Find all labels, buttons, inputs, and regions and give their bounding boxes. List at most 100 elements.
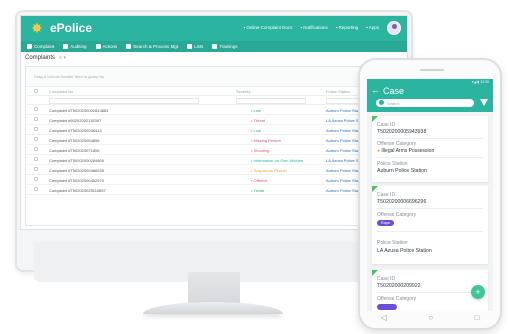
page-title-row: Complaints ≡ ▾ xyxy=(25,55,66,61)
filter-number-input[interactable] xyxy=(49,97,199,104)
header-link-reporting[interactable]: Reporting xyxy=(336,25,359,30)
case-card[interactable]: Case ID T5020200005943938 Offense Catego… xyxy=(372,116,488,182)
row-checkbox[interactable] xyxy=(34,177,38,181)
view-toggle[interactable]: ≡ ▾ xyxy=(59,55,66,61)
nav-item-auditing[interactable]: Auditing xyxy=(63,44,87,49)
row-severity: • Offence xyxy=(251,178,268,183)
recents-nav-icon[interactable]: □ xyxy=(474,313,479,322)
header-link-docs[interactable]: Online Complaint Docs xyxy=(243,25,292,30)
phone-speaker xyxy=(420,69,444,71)
actions-icon xyxy=(95,44,101,49)
row-checkbox[interactable] xyxy=(34,137,38,141)
case-id-label: Case ID xyxy=(377,192,396,198)
row-number: Complaint #T50202000452970 xyxy=(49,178,104,183)
home-nav-icon[interactable]: ○ xyxy=(428,313,433,322)
case-id-label: Case ID xyxy=(377,276,396,282)
category-chip: Rape xyxy=(377,220,395,226)
phone-search[interactable]: Search xyxy=(376,99,474,107)
filter-row xyxy=(26,96,404,105)
row-number: Complaint #T50202000284800 xyxy=(49,158,104,163)
row-checkbox[interactable] xyxy=(34,107,38,111)
search-icon xyxy=(379,100,384,105)
table-row[interactable]: Complaint #T50202000284800 • Information … xyxy=(26,155,404,165)
table-row[interactable]: Complaint #T50202000452970 • Offence Aubur… xyxy=(26,175,404,185)
row-severity: • Low xyxy=(251,128,261,133)
header-link-apps[interactable]: Apps xyxy=(366,25,379,30)
lists-icon xyxy=(187,44,193,49)
nav-item-search[interactable]: Search & Process Mgt xyxy=(126,44,178,49)
station-value: Auburn Police Station xyxy=(377,168,427,174)
row-severity: • Threat xyxy=(251,118,265,123)
filter-icon[interactable] xyxy=(480,99,488,106)
row-number: Complaint #T502020054896 xyxy=(49,138,100,143)
back-nav-icon[interactable]: ◁ xyxy=(381,313,387,322)
group-hint: Drag a column header here to group by xyxy=(34,74,104,79)
column-header-number[interactable]: Complaint No. xyxy=(49,89,74,94)
main-nav: Complaint Auditing Actions Search & Proc… xyxy=(21,41,407,52)
table-row[interactable]: Complaint #T502020054896 • Missing Person… xyxy=(26,135,404,145)
app-header: ✸ ePolice Online Complaint Docs Notifica… xyxy=(21,16,407,41)
grid-rows: Complaint #T5020200002843883 • Low Auburn … xyxy=(26,105,404,195)
row-severity: • Information on Own Welfare xyxy=(251,158,304,163)
nav-item-lists[interactable]: Lists xyxy=(187,44,203,49)
phone-search-input[interactable]: Search xyxy=(387,101,400,106)
back-arrow-icon[interactable]: ← xyxy=(371,86,380,95)
station-label: Police Station xyxy=(377,240,408,246)
card-divider xyxy=(377,292,483,293)
table-row[interactable]: Complaint #T502020071806 • Shooting Auburn… xyxy=(26,145,404,155)
row-severity: • Trivial xyxy=(251,188,264,193)
card-divider xyxy=(377,138,483,139)
phone-nav-bar: ◁ ○ □ xyxy=(360,307,500,328)
add-case-button[interactable]: + xyxy=(471,285,485,299)
complaint-icon xyxy=(27,44,32,49)
search-process-icon xyxy=(126,44,132,49)
page-title: Complaints xyxy=(25,55,56,61)
row-checkbox[interactable] xyxy=(34,187,38,191)
column-header-police-station[interactable]: Police Station xyxy=(326,89,350,94)
card-divider xyxy=(377,208,483,209)
filter-severity-input[interactable] xyxy=(236,97,306,104)
nav-item-trainings[interactable]: Trainings xyxy=(212,44,238,49)
row-checkbox[interactable] xyxy=(34,147,38,151)
case-id-value: T5020200006696296 xyxy=(377,199,427,205)
phone-device: ▾◢ ▮ 12:30 ← Case Search Case ID T502020… xyxy=(358,58,502,330)
row-number: Complaint #T5020200036419 xyxy=(49,128,102,133)
column-header-row: Complaint No. Severity Police Station xyxy=(26,87,404,96)
phone-screen: ▾◢ ▮ 12:30 ← Case Search Case ID T502020… xyxy=(367,79,493,311)
status-bar: ▾◢ ▮ 12:30 xyxy=(471,80,489,84)
table-row[interactable]: Complaint #60202002115397 • Threat LA Azus… xyxy=(26,115,404,125)
row-checkbox[interactable] xyxy=(34,157,38,161)
phone-header: ▾◢ ▮ 12:30 ← Case Search xyxy=(367,79,493,112)
app-title: ePolice xyxy=(50,21,93,35)
station-value: LA Azusa Police Station xyxy=(377,248,432,254)
row-number: Complaint #T502020071806 xyxy=(49,148,100,153)
row-severity: • Missing Person xyxy=(251,138,281,143)
row-checkbox[interactable] xyxy=(34,117,38,121)
header-link-notifications[interactable]: Notifications xyxy=(300,25,328,30)
case-id-value: T5020200005943938 xyxy=(377,129,427,135)
star-logo-icon: ✸ xyxy=(31,20,43,36)
header-links: Online Complaint Docs Notifications Repo… xyxy=(243,25,379,30)
table-row[interactable]: Complaint #T5020200002843883 • Low Auburn … xyxy=(26,105,404,115)
column-header-severity[interactable]: Severity xyxy=(236,89,250,94)
station-label: Police Station xyxy=(377,161,408,167)
complaints-grid: Drag a column header here to group by Co… xyxy=(25,66,405,226)
table-row[interactable]: Complaint #T502020025110857 • Trivial Aubu… xyxy=(26,185,404,195)
nav-item-actions[interactable]: Actions xyxy=(95,44,117,49)
category-chip: Illegal Arms Possession xyxy=(377,148,438,154)
group-panel[interactable]: Drag a column header here to group by xyxy=(26,67,404,87)
row-number: Complaint #T5020200002843883 xyxy=(49,108,109,113)
table-row[interactable]: Complaint #T50202000486939 • Suspicious P… xyxy=(26,165,404,175)
case-id-value: T50202000209922 xyxy=(377,283,421,289)
table-row[interactable]: Complaint #T5020200036419 • Low Auburn Pol… xyxy=(26,125,404,135)
user-avatar-icon[interactable] xyxy=(387,21,401,35)
row-checkbox[interactable] xyxy=(34,127,38,131)
row-checkbox[interactable] xyxy=(34,167,38,171)
nav-item-complaint[interactable]: Complaint xyxy=(27,44,54,49)
row-number: Complaint #T502020025110857 xyxy=(49,188,106,193)
phone-title: Case xyxy=(383,86,405,96)
desktop-screen: ✸ ePolice Online Complaint Docs Notifica… xyxy=(20,15,408,230)
select-all-checkbox[interactable] xyxy=(34,89,38,93)
case-card[interactable]: Case ID T5020200006696296 Offense Catego… xyxy=(372,186,488,264)
stage: ✸ ePolice Online Complaint Docs Notifica… xyxy=(0,0,510,334)
